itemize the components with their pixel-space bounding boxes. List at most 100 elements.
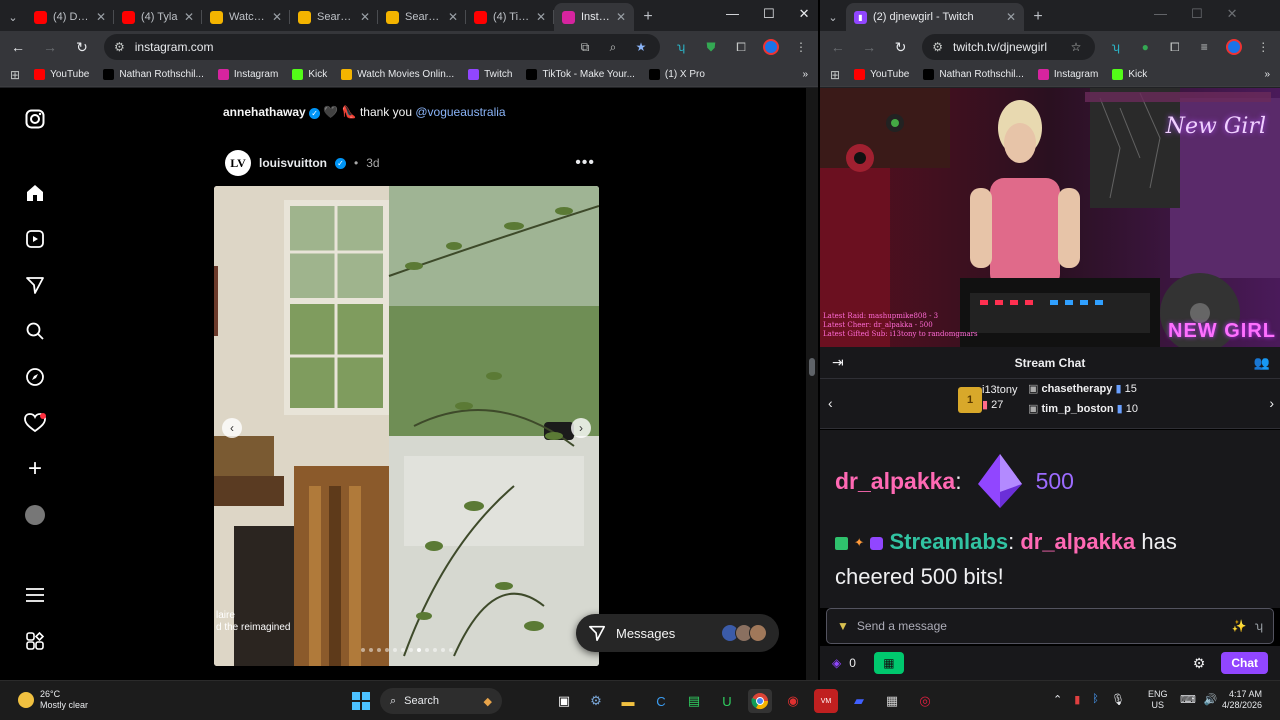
tab-search-button[interactable]: ⌄ xyxy=(820,3,846,31)
extensions-puzzle-icon[interactable]: ⧠ xyxy=(732,38,750,56)
tab-close-icon[interactable]: ✕ xyxy=(184,10,194,24)
back-button[interactable]: ← xyxy=(8,39,28,55)
tab-strip-icon[interactable]: ≡ xyxy=(1196,38,1213,56)
stream-video[interactable]: New Girl Latest Raid: mashupmike808 - 3L… xyxy=(820,88,1280,347)
bookmark-item[interactable]: Instagram xyxy=(1037,69,1098,80)
bookmark-item[interactable]: Watch Movies Onlin... xyxy=(341,69,454,80)
microphone-icon[interactable]: 🎙 xyxy=(1111,693,1125,706)
close-icon[interactable]: ✕ xyxy=(1227,6,1238,22)
messages-button[interactable]: Messages xyxy=(576,614,779,652)
apps-grid-icon[interactable]: ⊞ xyxy=(10,68,20,82)
chat-username[interactable]: dr_alpakka xyxy=(835,468,955,495)
reload-button[interactable]: ↻ xyxy=(891,39,910,56)
more-bookmarks-icon[interactable]: » xyxy=(1264,69,1270,80)
minimize-icon[interactable]: — xyxy=(1154,6,1167,22)
reels-icon[interactable] xyxy=(24,228,46,250)
bookmark-item[interactable]: (1) X Pro xyxy=(648,69,705,80)
collapse-chat-icon[interactable]: ⇥ xyxy=(832,354,844,371)
browser-tab[interactable]: (4) Drak ✕ xyxy=(26,3,114,31)
bookmark-item[interactable]: Nathan Rothschil... xyxy=(923,69,1024,80)
reload-button[interactable]: ↻ xyxy=(72,39,92,56)
back-button[interactable]: ← xyxy=(828,39,847,55)
chat-send-button[interactable]: Chat xyxy=(1221,652,1268,674)
notifications-heart-icon[interactable] xyxy=(24,412,46,434)
carousel-next-button[interactable]: › xyxy=(571,418,591,438)
apps-grid-icon[interactable]: ⊞ xyxy=(830,68,840,82)
channel-points-icon[interactable]: ◈ xyxy=(832,656,841,670)
chat-mention[interactable]: dr_alpakka xyxy=(1020,529,1135,554)
bookmark-item[interactable]: Nathan Rothschil... xyxy=(103,69,204,80)
create-plus-icon[interactable]: + xyxy=(24,455,46,482)
tray-app-icon[interactable]: ▮ xyxy=(1074,693,1080,706)
tray-overflow-icon[interactable]: ⌃ xyxy=(1053,693,1062,706)
tab-close-icon[interactable]: ✕ xyxy=(1006,10,1016,24)
site-info-icon[interactable]: ⚙ xyxy=(932,40,943,54)
maximize-icon[interactable]: ☐ xyxy=(1191,6,1203,22)
post-username[interactable]: louisvuitton xyxy=(259,156,327,170)
browser-tab[interactable]: (4) Tyla ✕ xyxy=(114,3,202,31)
chat-input[interactable]: ▼ Send a message ✨ ʮ xyxy=(826,608,1274,644)
profile-avatar-icon[interactable] xyxy=(762,38,780,56)
bookmark-item[interactable]: Kick xyxy=(292,69,327,80)
more-menu-icon[interactable] xyxy=(24,584,46,606)
tab-close-icon[interactable]: ✕ xyxy=(536,10,546,24)
task-view-icon[interactable]: ▣ xyxy=(552,689,576,713)
new-tab-button[interactable]: + xyxy=(634,3,662,31)
extension-icon-2[interactable]: ● xyxy=(1137,38,1154,56)
instagram-logo-icon[interactable] xyxy=(24,108,46,130)
app-icon-3[interactable]: ▦ xyxy=(880,689,904,713)
app-icon[interactable]: ▤ xyxy=(682,689,706,713)
browser-tab[interactable]: Search r ✕ xyxy=(290,3,378,31)
seventv-icon[interactable]: ʮ xyxy=(1255,619,1263,633)
bookmark-star-icon[interactable]: ☆ xyxy=(1067,38,1085,56)
post-options-icon[interactable]: ••• xyxy=(575,154,595,172)
tab-close-icon[interactable]: ✕ xyxy=(616,10,626,24)
menu-dots-icon[interactable]: ⋮ xyxy=(1254,38,1271,56)
more-bookmarks-icon[interactable]: » xyxy=(802,69,808,80)
explore-icon[interactable] xyxy=(24,366,46,388)
leaderboard-next-icon[interactable]: › xyxy=(1269,395,1274,411)
forward-button[interactable]: → xyxy=(40,39,60,55)
tab-close-icon[interactable]: ✕ xyxy=(360,10,370,24)
bookmark-item[interactable]: Kick xyxy=(1112,69,1147,80)
direct-icon[interactable] xyxy=(24,274,46,296)
caption-username[interactable]: annehathaway xyxy=(223,105,306,119)
extension-icon-1[interactable]: ʮ xyxy=(672,38,690,56)
extension-icon-1[interactable]: ʮ xyxy=(1107,38,1124,56)
site-info-icon[interactable]: ⚙ xyxy=(114,40,125,54)
zoom-icon[interactable]: ⌕ xyxy=(604,38,622,56)
clock[interactable]: 4:17 AM 4/28/2026 xyxy=(1222,689,1262,711)
bonus-gift-icon[interactable]: ▦ xyxy=(873,652,904,674)
tab-twitch[interactable]: ▮ (2) djnewgirl - Twitch ✕ xyxy=(846,3,1024,31)
settings-icon[interactable]: ⚙ xyxy=(584,689,608,713)
bookmark-star-icon[interactable]: ★ xyxy=(632,38,650,56)
install-app-icon[interactable]: ⧉ xyxy=(576,38,594,56)
maximize-icon[interactable]: ☐ xyxy=(763,6,775,22)
post-avatar[interactable]: LV xyxy=(225,150,251,176)
browser-tab[interactable]: Search r ✕ xyxy=(378,3,466,31)
caption-mention[interactable]: @vogueaustralia xyxy=(415,105,505,119)
address-bar[interactable]: ⚙ instagram.com ⧉ ⌕ ★ xyxy=(104,34,660,60)
weather-widget[interactable]: 26°C Mostly clear xyxy=(18,689,88,711)
emote-badge-icon[interactable]: ▼ xyxy=(837,619,849,633)
bookmark-item[interactable]: Twitch xyxy=(468,69,512,80)
tray-status[interactable]: ⌨ 🔊 xyxy=(1180,693,1218,706)
profile-avatar-icon[interactable] xyxy=(24,504,46,526)
gifter-2[interactable]: ▣ chasetherapy ▮ 15 xyxy=(1028,379,1137,399)
bookmark-item[interactable]: Instagram xyxy=(217,69,278,80)
chrome-icon[interactable] xyxy=(748,689,772,713)
tab-close-icon[interactable]: ✕ xyxy=(96,10,106,24)
forward-button[interactable]: → xyxy=(859,39,878,55)
extensions-puzzle-icon[interactable]: ⧠ xyxy=(1166,38,1183,56)
bookmark-item[interactable]: YouTube xyxy=(854,69,909,80)
gifter-3[interactable]: ▣ tim_p_boston ▮ 10 xyxy=(1028,399,1138,419)
cortana-icon[interactable]: C xyxy=(649,689,673,713)
language-indicator[interactable]: ENG US xyxy=(1148,689,1168,711)
upwork-icon[interactable]: U xyxy=(715,689,739,713)
profile-avatar-icon[interactable] xyxy=(1225,38,1242,56)
post-image[interactable]: laire d the reimagined ‹ › xyxy=(214,186,599,666)
community-icon[interactable]: 👥 xyxy=(1254,355,1270,371)
menu-dots-icon[interactable]: ⋮ xyxy=(792,38,810,56)
taskbar-search[interactable]: ⌕ Search ◆ xyxy=(380,688,502,714)
gifter-1[interactable]: i13tony ▮ 27 xyxy=(982,384,1017,411)
